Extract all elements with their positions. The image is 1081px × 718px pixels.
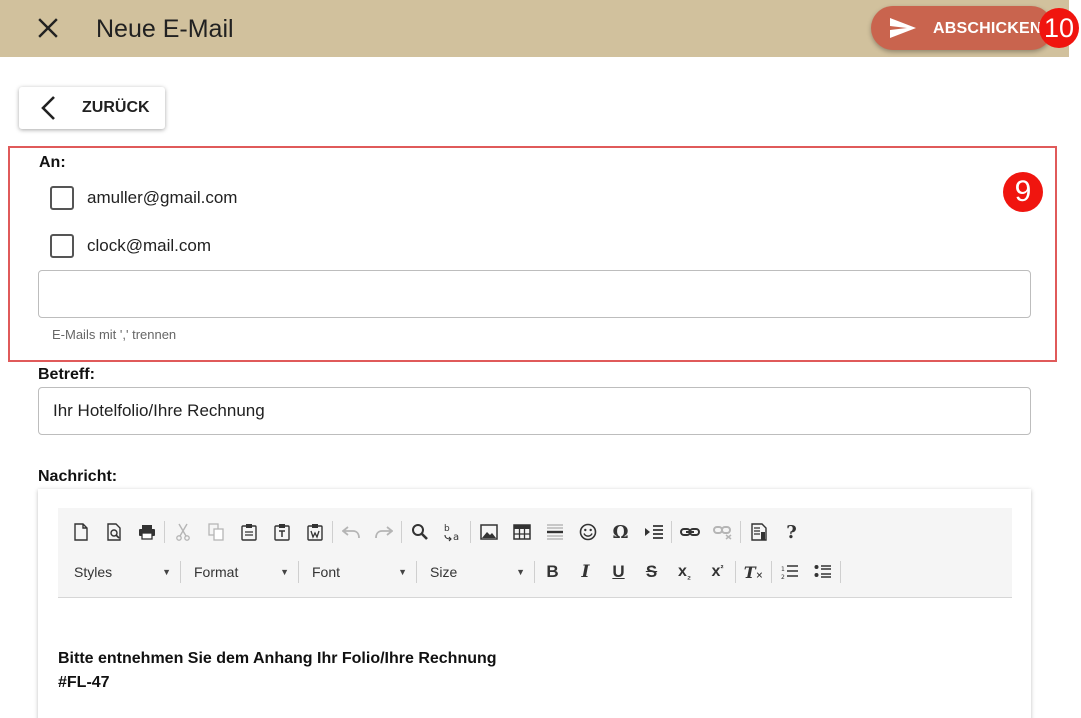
close-icon: [38, 18, 58, 38]
bold-icon[interactable]: B: [536, 557, 569, 587]
toolbar-separator: [771, 561, 772, 583]
toolbar-row-1: ba Ω ?: [64, 516, 808, 548]
superscript-icon[interactable]: x²: [701, 557, 734, 587]
font-dropdown-label: Font: [312, 564, 341, 580]
toolbar-separator: [534, 561, 535, 583]
smiley-icon[interactable]: [571, 517, 604, 547]
italic-icon[interactable]: I: [569, 557, 602, 587]
chevron-down-icon: ▼: [516, 567, 525, 577]
toolbar-separator: [164, 521, 165, 543]
emails-hint: E-Mails mit ',' trennen: [52, 327, 177, 342]
message-editor: ba Ω ? Styles ▼ Format ▼ Font ▼ Size ▼ B…: [38, 489, 1031, 718]
underline-icon[interactable]: U: [602, 557, 635, 587]
send-icon: [890, 18, 916, 38]
back-button-label: ZURÜCK: [82, 99, 150, 116]
find-icon[interactable]: [403, 517, 436, 547]
toolbar-separator: [840, 561, 841, 583]
print-icon[interactable]: [130, 517, 163, 547]
redo-icon[interactable]: [367, 517, 400, 547]
format-dropdown[interactable]: Format ▼: [182, 557, 297, 587]
size-dropdown[interactable]: Size ▼: [418, 557, 533, 587]
back-button[interactable]: ZURÜCK: [19, 87, 165, 129]
recipients-label: An:: [39, 154, 66, 171]
page-title: Neue E-Mail: [96, 15, 234, 43]
font-dropdown[interactable]: Font ▼: [300, 557, 415, 587]
preview-icon[interactable]: [97, 517, 130, 547]
paste-word-icon[interactable]: [298, 517, 331, 547]
cut-icon[interactable]: [166, 517, 199, 547]
table-icon[interactable]: [505, 517, 538, 547]
size-dropdown-label: Size: [430, 564, 458, 580]
toolbar-separator: [180, 561, 181, 583]
emails-input[interactable]: [38, 270, 1031, 318]
subject-input[interactable]: [38, 387, 1031, 435]
recipient-email: clock@mail.com: [87, 236, 211, 255]
indent-icon[interactable]: [637, 517, 670, 547]
message-line: #FL-47: [58, 674, 110, 691]
format-dropdown-label: Format: [194, 564, 239, 580]
chevron-down-icon: ▼: [280, 567, 289, 577]
recipient-email: amuller@gmail.com: [87, 188, 238, 207]
toolbar-row-2: Styles ▼ Format ▼ Font ▼ Size ▼ B I U S: [64, 556, 842, 588]
subscript-icon[interactable]: x₂: [668, 557, 701, 587]
undo-icon[interactable]: [334, 517, 367, 547]
chevron-down-icon: ▼: [398, 567, 407, 577]
image-icon[interactable]: [472, 517, 505, 547]
numbered-list-icon[interactable]: 12: [773, 557, 806, 587]
bulleted-list-icon[interactable]: [806, 557, 839, 587]
editor-content[interactable]: Bitte entnehmen Sie dem Anhang Ihr Folio…: [58, 647, 497, 695]
svg-text:1: 1: [781, 566, 785, 573]
message-line: Bitte entnehmen Sie dem Anhang Ihr Folio…: [58, 650, 497, 667]
unlink-icon[interactable]: [706, 517, 739, 547]
recipient-checkbox[interactable]: [50, 234, 74, 258]
toolbar-separator: [671, 521, 672, 543]
message-label: Nachricht:: [38, 468, 118, 485]
toolbar-separator: [735, 561, 736, 583]
send-button-label: ABSCHICKEN: [933, 20, 1042, 37]
toolbar-separator: [332, 521, 333, 543]
styles-dropdown-label: Styles: [74, 564, 113, 580]
new-page-icon[interactable]: [64, 517, 97, 547]
chevron-left-icon: [41, 96, 55, 120]
svg-text:2: 2: [781, 574, 785, 580]
send-button[interactable]: ABSCHICKEN: [871, 6, 1053, 50]
editor-toolbar: ba Ω ? Styles ▼ Format ▼ Font ▼ Size ▼ B…: [58, 508, 1012, 598]
copy-icon[interactable]: [199, 517, 232, 547]
toolbar-separator: [416, 561, 417, 583]
paste-icon[interactable]: [232, 517, 265, 547]
recipient-checkbox[interactable]: [50, 186, 74, 210]
step-badge-send: 10: [1039, 8, 1079, 48]
link-icon[interactable]: [673, 517, 706, 547]
recipient-option[interactable]: clock@mail.com: [50, 234, 211, 258]
svg-text:b: b: [444, 524, 450, 534]
paste-text-icon[interactable]: [265, 517, 298, 547]
help-icon[interactable]: ?: [775, 517, 808, 547]
horizontal-line-icon[interactable]: [538, 517, 571, 547]
toolbar-separator: [470, 521, 471, 543]
special-char-icon[interactable]: Ω: [604, 517, 637, 547]
strike-icon[interactable]: S: [635, 557, 668, 587]
recipient-option[interactable]: amuller@gmail.com: [50, 186, 237, 210]
toolbar-separator: [740, 521, 741, 543]
styles-dropdown[interactable]: Styles ▼: [64, 557, 179, 587]
toolbar-separator: [298, 561, 299, 583]
step-badge-recipients: 9: [1003, 172, 1043, 212]
toolbar-separator: [401, 521, 402, 543]
source-icon[interactable]: [742, 517, 775, 547]
replace-icon[interactable]: ba: [436, 517, 469, 547]
remove-format-icon[interactable]: T ×: [737, 557, 770, 587]
subject-label: Betreff:: [38, 366, 95, 383]
close-button[interactable]: [34, 14, 62, 42]
chevron-down-icon: ▼: [162, 567, 171, 577]
svg-text:a: a: [453, 532, 459, 542]
